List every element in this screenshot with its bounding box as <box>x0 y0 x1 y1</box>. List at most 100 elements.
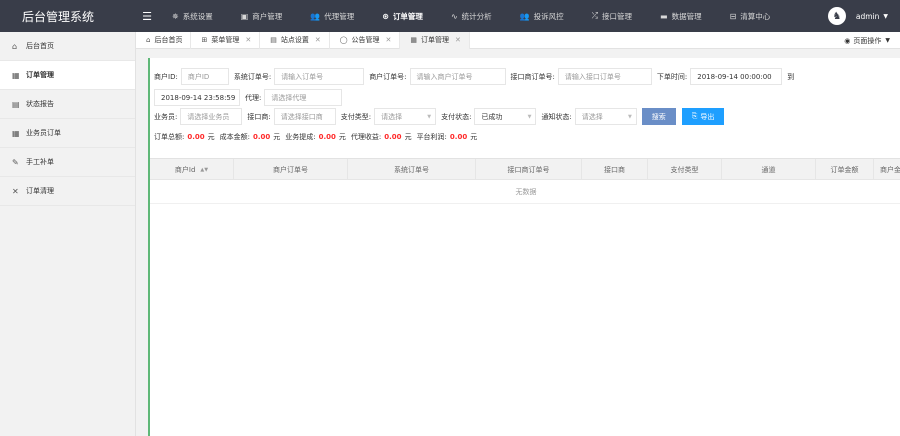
summary-label: 订单总额: <box>154 133 185 141</box>
topnav-label: 订单管理 <box>392 11 423 21</box>
column-header: 接口商订单号 <box>476 159 582 180</box>
topnav-item-risk[interactable]: 👥 投诉风控 <box>506 0 578 32</box>
column-header: 订单金额 <box>816 159 874 180</box>
api-vendor-label: 接口商: <box>247 112 271 121</box>
tab-orders[interactable]: ▦ 订单管理 ✕ <box>400 31 470 49</box>
topnav-item-agent[interactable]: 👥 代理管理 <box>296 0 368 32</box>
close-icon[interactable]: ✕ <box>386 36 392 44</box>
column-header: 商户订单号 <box>234 159 348 180</box>
pay-type-label: 支付类型: <box>340 112 372 121</box>
sidebar-item-status-report[interactable]: ▤ 状态报告 <box>0 90 135 119</box>
users-icon: 👥 <box>310 11 321 21</box>
topnav-label: 商户管理 <box>252 11 283 21</box>
filter-row-3: 业务员: 请选择业务员 接口商: 请选择接口商 支付类型: 请选择 ▼ 支付状态:… <box>154 108 730 125</box>
sidebar-item-home[interactable]: ⌂ 后台首页 <box>0 32 135 61</box>
salesman-select[interactable]: 请选择业务员 <box>180 108 243 125</box>
pay-status-select[interactable]: 已成功 ▼ <box>474 108 537 125</box>
topnav-item-system[interactable]: ✵ 系统设置 <box>158 0 227 32</box>
user-menu[interactable]: ♞ admin ▼ <box>827 0 888 32</box>
page-ops-label: 页面操作 <box>853 36 882 45</box>
tab-notice[interactable]: ◯ 公告管理 ✕ <box>330 31 401 49</box>
api-order-label: 接口商订单号: <box>510 72 555 81</box>
sidebar-item-label: 业务员订单 <box>26 129 61 137</box>
close-icon[interactable]: ✕ <box>245 36 251 44</box>
column-header: 接口商 <box>582 159 648 180</box>
pay-type-select[interactable]: 请选择 ▼ <box>374 108 437 125</box>
merchant-order-input[interactable]: 请输入商户订单号 <box>409 68 506 85</box>
salesman-label: 业务员: <box>154 112 178 121</box>
tab-label: 公告管理 <box>351 36 380 44</box>
tab-bar: ⌂ 后台首页 ⊞ 菜单管理 ✕ ▤ 站点设置 ✕ ◯ 公告管理 ✕ ▦ 订单管理 ✕ ◉ 页面操作 ▼ <box>136 31 900 49</box>
tab-menu[interactable]: ⊞ 菜单管理 ✕ <box>191 31 261 49</box>
column-header[interactable]: 商户Id ▲▼ <box>150 159 234 180</box>
top-nav: ✵ 系统设置 ▣ 商户管理 👥 代理管理 ⊛ 订单管理 ∿ 统计分析 👥 投诉风控 ⤮ 接口管… <box>158 0 784 32</box>
user-name[interactable]: admin <box>856 12 880 21</box>
sidebar-item-label: 订单清理 <box>26 187 54 195</box>
caret-down-icon[interactable]: ▼ <box>883 13 888 20</box>
topnav-item-clearing[interactable]: ⊟ 清算中心 <box>716 0 785 32</box>
tab-home[interactable]: ⌂ 后台首页 <box>136 31 192 49</box>
summary-unit: 元 <box>207 133 215 141</box>
order-panel: 商户ID: 商户ID 系统订单号: 请输入订单号 商户订单号: 请输入商户订单号… <box>148 58 900 436</box>
table-header: 商户Id ▲▼ 商户订单号 系统订单号 接口商订单号 接口商 支付类型 通道 订单… <box>150 159 900 180</box>
sort-icon[interactable]: ▲▼ <box>200 167 208 173</box>
page-ops-menu[interactable]: ◉ 页面操作 ▼ <box>844 32 890 49</box>
sidebar-item-manual-order[interactable]: ✎ 手工补单 <box>0 148 135 177</box>
pay-status-label: 支付状态: <box>441 112 472 121</box>
sidebar-item-label: 订单管理 <box>26 71 54 79</box>
agent-select[interactable]: 请选择代理 <box>264 89 343 106</box>
pay-status-value: 已成功 <box>481 112 503 121</box>
gear-icon: ✵ <box>172 11 179 21</box>
sidebar-item-order-cleanup[interactable]: ✕ 订单清理 <box>0 177 135 206</box>
shuffle-icon: ⤮ <box>591 11 599 20</box>
order-time-start-input[interactable]: 2018-09-14 00:00:00 <box>690 68 783 85</box>
chevron-down-icon: ▼ <box>427 113 432 120</box>
caret-down-icon: ▼ <box>885 37 890 44</box>
export-icon: ⎘ <box>691 112 698 120</box>
topnav-label: 数据管理 <box>671 11 702 21</box>
calendar-icon: ▤ <box>12 99 20 109</box>
tab-label: 后台首页 <box>154 36 183 44</box>
shield-users-icon: 👥 <box>519 11 530 21</box>
order-time-end-input[interactable]: 2018-09-14 23:58:59 <box>154 89 240 106</box>
notify-status-label: 通知状态: <box>541 112 572 121</box>
summary-label: 代理收益: <box>350 133 382 141</box>
notify-status-select[interactable]: 请选择 ▼ <box>574 108 637 125</box>
api-order-input[interactable]: 请输入接口订单号 <box>557 68 652 85</box>
topnav-item-merchant[interactable]: ▣ 商户管理 <box>227 0 297 32</box>
topnav-item-orders[interactable]: ⊛ 订单管理 <box>368 0 437 32</box>
data-icon: ▬ <box>660 11 668 21</box>
search-button[interactable]: 搜索 <box>641 108 676 125</box>
table-empty-message: 无数据 <box>150 180 900 204</box>
sys-order-input[interactable]: 请输入订单号 <box>274 68 365 85</box>
order-time-sep: 到 <box>787 72 795 81</box>
close-icon[interactable]: ✕ <box>455 36 461 44</box>
summary-amount: 0.00 <box>253 133 271 141</box>
sidebar: ⌂ 后台首页 ▦ 订单管理 ▤ 状态报告 ▦ 业务员订单 ✎ 手工补单 ✕ 订单清理 <box>0 32 136 436</box>
column-header: 支付类型 <box>648 159 722 180</box>
summary-amount: 0.00 <box>384 133 402 141</box>
topnav-item-data[interactable]: ▬ 数据管理 <box>646 0 716 32</box>
edit-icon: ✎ <box>12 157 19 167</box>
agent-label: 代理: <box>245 93 262 102</box>
table-icon: ▦ <box>410 36 418 44</box>
api-vendor-select[interactable]: 请选择接口商 <box>273 108 336 125</box>
circle-icon: ◯ <box>339 36 348 44</box>
topnav-item-api[interactable]: ⤮ 接口管理 <box>578 0 646 32</box>
tab-site[interactable]: ▤ 站点设置 ✕ <box>260 31 330 49</box>
summary-amount: 0.00 <box>449 133 468 141</box>
export-label: 导出 <box>700 112 715 121</box>
avatar[interactable]: ♞ <box>827 7 846 25</box>
sidebar-item-label: 后台首页 <box>26 42 54 50</box>
merchant-id-input[interactable]: 商户ID <box>180 68 229 85</box>
filter-row-2: 2018-09-14 23:58:59 代理: 请选择代理 <box>154 89 347 106</box>
sidebar-item-orders[interactable]: ▦ 订单管理 <box>0 61 135 90</box>
sidebar-item-salesman-orders[interactable]: ▦ 业务员订单 <box>0 119 135 148</box>
calendar-icon: ▤ <box>270 36 277 44</box>
pay-type-value: 请选择 <box>381 112 403 121</box>
topnav-item-stats[interactable]: ∿ 统计分析 <box>437 0 506 32</box>
hamburger-icon[interactable]: ☰ <box>136 10 158 23</box>
export-button[interactable]: ⎘ 导出 <box>681 108 725 125</box>
close-icon[interactable]: ✕ <box>315 36 321 44</box>
notify-status-value: 请选择 <box>581 112 603 121</box>
